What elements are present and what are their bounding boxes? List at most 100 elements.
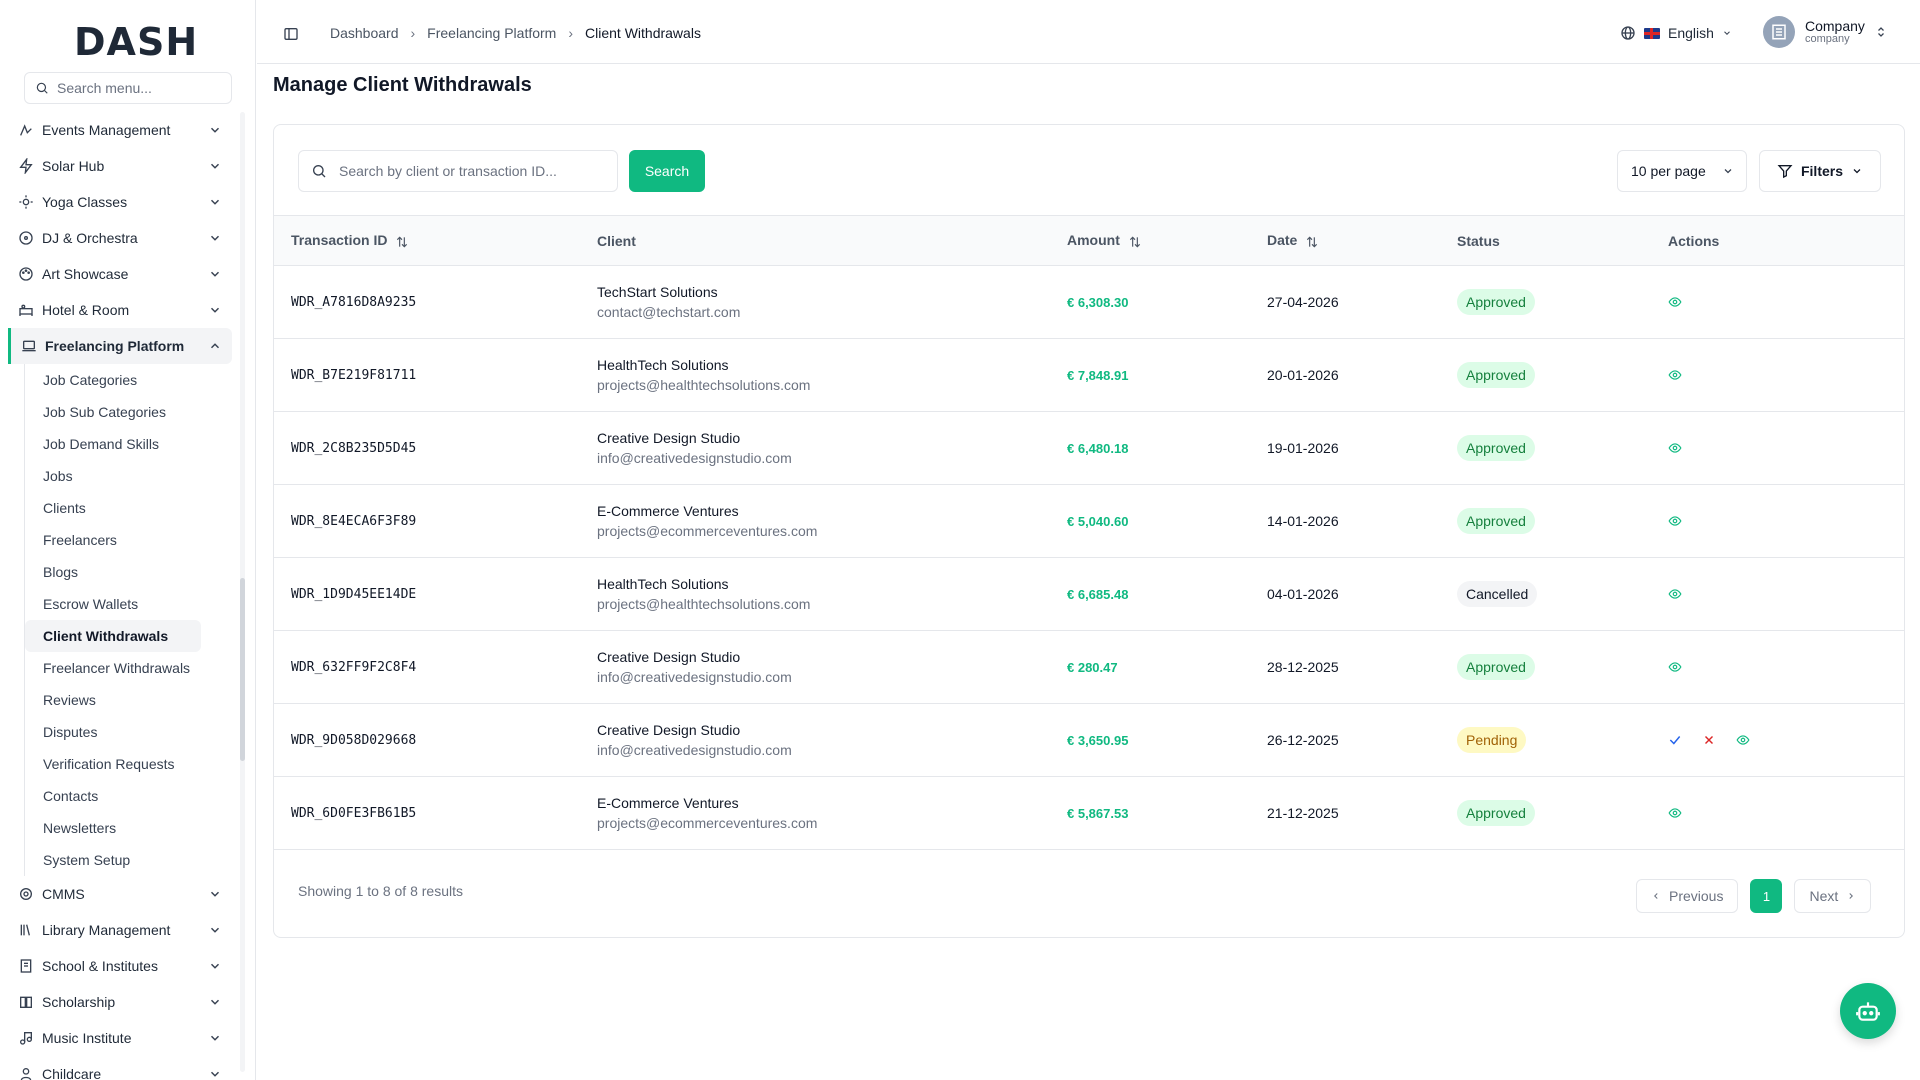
status-badge: Cancelled [1457,581,1538,607]
status-cell: Approved [1440,485,1651,558]
sidebar-subitem-blogs[interactable]: Blogs [25,556,232,588]
sidebar-subitem-job-sub-categories[interactable]: Job Sub Categories [25,396,232,428]
chevron-down-icon [210,127,220,133]
sidebar-item-dj-orchestra[interactable]: DJ & Orchestra [8,220,232,256]
user-menu[interactable]: Company company [1763,16,1887,48]
eye-icon[interactable] [1736,733,1750,747]
per-page-select[interactable]: 10 per page [1617,150,1747,192]
bolt-icon [19,158,33,174]
sidebar-subitem-client-withdrawals[interactable]: Client Withdrawals [25,620,201,652]
actions-cell [1651,631,1904,704]
sidebar-subitem-contacts[interactable]: Contacts [25,780,232,812]
transaction-search-input[interactable]: Search by client or transaction ID... [298,150,618,192]
eye-icon[interactable] [1668,295,1682,309]
date-cell: 14-01-2026 [1267,513,1339,529]
sidebar-subitem-freelancers[interactable]: Freelancers [25,524,232,556]
approve-check-icon[interactable] [1668,733,1682,747]
sidebar-item-childcare[interactable]: Childcare [8,1056,232,1080]
logo: DASH [74,20,199,64]
status-badge: Pending [1457,727,1527,753]
amount-cell: € 5,040.60 [1067,513,1129,529]
chevron-down-icon [210,891,220,897]
page-title: Manage Client Withdrawals [273,74,532,96]
amount-cell: € 3,650.95 [1067,732,1129,748]
client-cell: E-Commerce Ventures projects@ecommerceven… [580,485,1050,558]
row-actions [1668,733,1904,747]
eye-icon[interactable] [1668,587,1682,601]
col-amount[interactable]: Amount [1050,216,1250,266]
school-icon [20,959,32,973]
transaction-id-cell: WDR_B7E219F81711 [291,367,417,383]
eye-icon[interactable] [1668,514,1682,528]
sidebar-subitem-system-setup[interactable]: System Setup [25,844,232,876]
previous-button[interactable]: Previous [1636,879,1739,913]
building-icon [1772,24,1786,40]
breadcrumb-freelancing-platform[interactable]: Freelancing Platform [427,25,556,41]
client-cell: TechStart Solutions contact@techstart.com [580,266,1050,339]
book-icon [20,996,32,1008]
chevron-down-icon [1853,169,1861,174]
table-row: WDR_A7816D8A9235 TechStart Solutions conta… [274,266,1904,339]
sort-icon [397,236,408,248]
date-cell: 04-01-2026 [1267,586,1339,602]
sidebar-subitem-freelancer-withdrawals[interactable]: Freelancer Withdrawals [25,652,232,684]
page-1-button[interactable]: 1 [1750,879,1783,913]
filters-button[interactable]: Filters [1759,150,1881,192]
reject-x-icon[interactable] [1702,733,1716,747]
language-selector[interactable]: English [1620,25,1732,41]
breadcrumb-dashboard[interactable]: Dashboard [330,25,399,41]
chevron-down-icon [1724,31,1730,35]
eye-icon[interactable] [1668,441,1682,455]
sidebar-scrollbar-thumb[interactable] [240,578,245,761]
sidebar-item-art-showcase[interactable]: Art Showcase [8,256,232,292]
sidebar-item-music-institute[interactable]: Music Institute [8,1020,232,1056]
eye-icon[interactable] [1668,806,1682,820]
date-cell: 26-12-2025 [1267,732,1339,748]
sidebar-subitem-verification-requests[interactable]: Verification Requests [25,748,232,780]
sidebar-item-freelancing-platform[interactable]: Freelancing Platform [8,328,232,364]
date-cell: 27-04-2026 [1267,294,1339,310]
chatbot-button[interactable] [1840,983,1896,1039]
sidebar-item-yoga-classes[interactable]: Yoga Classes [8,184,232,220]
client-email: contact@techstart.com [597,304,741,320]
client-cell: E-Commerce Ventures projects@ecommerceven… [580,777,1050,850]
per-page-value: 10 per page [1631,163,1706,179]
chevron-down-icon [210,307,220,313]
table-header-row: Transaction ID Client Amount Date Status… [274,215,1904,266]
sidebar-search-input[interactable]: Search menu... [24,72,232,104]
sort-icon [1307,236,1318,248]
sidebar-subitem-job-demand-skills[interactable]: Job Demand Skills [25,428,232,460]
next-button[interactable]: Next [1794,879,1872,913]
sidebar-subitem-newsletters[interactable]: Newsletters [25,812,232,844]
sidebar-subitem-job-categories[interactable]: Job Categories [25,364,232,396]
row-actions [1668,295,1904,309]
col-date[interactable]: Date [1250,216,1440,266]
amount-cell: € 6,685.48 [1067,586,1129,602]
library-icon [20,924,30,936]
eye-icon[interactable] [1668,660,1682,674]
sidebar-subitem-jobs[interactable]: Jobs [25,460,232,492]
sidebar-item-solar-hub[interactable]: Solar Hub [8,148,232,184]
client-cell: Creative Design Studio info@creativedesig… [580,631,1050,704]
sidebar-subitem-disputes[interactable]: Disputes [25,716,232,748]
table-row: WDR_1D9D45EE14DE HealthTech Solutions proj… [274,558,1904,631]
sidebar-subitem-reviews[interactable]: Reviews [25,684,232,716]
eye-icon[interactable] [1668,368,1682,382]
sidebar-item-school-institutes[interactable]: School & Institutes [8,948,232,984]
amount-cell: € 280.47 [1067,659,1118,675]
sidebar-item-events-management[interactable]: Events Management [8,112,232,148]
search-button[interactable]: Search [629,150,705,192]
transaction-id-cell: WDR_8E4ECA6F3F89 [291,513,417,529]
col-transaction-id[interactable]: Transaction ID [274,216,580,266]
sidebar-item-cmms[interactable]: CMMS [8,876,232,912]
status-cell: Approved [1440,777,1651,850]
sidebar-item-library-management[interactable]: Library Management [8,912,232,948]
sidebar-subitem-clients[interactable]: Clients [25,492,232,524]
sidebar-toggle-icon[interactable] [283,26,299,42]
sidebar-item-scholarship[interactable]: Scholarship [8,984,232,1020]
status-badge: Approved [1457,654,1535,680]
amount-cell: € 6,308.30 [1067,294,1129,310]
sidebar-item-hotel-room[interactable]: Hotel & Room [8,292,232,328]
status-badge: Approved [1457,800,1535,826]
sidebar-subitem-escrow-wallets[interactable]: Escrow Wallets [25,588,232,620]
